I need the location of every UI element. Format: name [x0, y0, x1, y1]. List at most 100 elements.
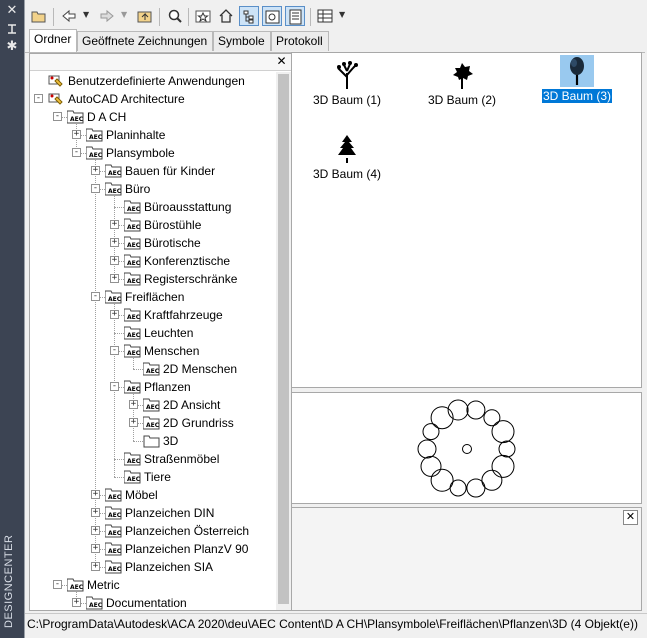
expand-icon[interactable]: + [91, 490, 100, 499]
aec-folder-icon: AEC [123, 271, 141, 286]
folder-icon [143, 433, 160, 448]
close-icon[interactable]: ✕ [5, 4, 19, 18]
content-item[interactable]: 3D Baum (2) [417, 57, 507, 119]
expand-icon[interactable]: + [72, 130, 81, 139]
views-dropdown-icon[interactable]: ▼ [339, 10, 345, 19]
back-dropdown-icon[interactable]: ▼ [83, 10, 89, 19]
tree-node[interactable]: + AEC Konferenztische [30, 252, 275, 270]
collapse-icon[interactable]: - [72, 148, 81, 157]
expand-icon[interactable]: + [91, 562, 100, 571]
tree-node-label: Registerschränke [144, 272, 238, 286]
tree-node[interactable]: AEC Tiere [30, 468, 275, 486]
tree-toggle-button[interactable] [239, 6, 259, 26]
tree-node[interactable]: Benutzerdefinierte Anwendungen [30, 72, 275, 90]
tree-node[interactable]: + AEC Kraftfahrzeuge [30, 306, 275, 324]
tree-guide-line [114, 477, 124, 478]
aec-folder-icon: AEC [123, 325, 141, 340]
tree-node[interactable]: + AEC Bürotische [30, 234, 275, 252]
tree-node[interactable]: - AEC D A CH [30, 108, 275, 126]
tree-node[interactable]: AEC Büroausstattung [30, 198, 275, 216]
forward-dropdown-icon[interactable]: ▼ [121, 10, 127, 19]
close-icon[interactable]: ✕ [623, 510, 638, 525]
tree-node[interactable]: - AEC Metric [30, 576, 275, 594]
collapse-icon[interactable]: - [91, 184, 100, 193]
tree-node[interactable]: - AEC Plansymbole [30, 144, 275, 162]
up-button[interactable] [135, 6, 155, 26]
content-item-text: 3D Baum (1) [312, 93, 382, 107]
tab-ordner[interactable]: Ordner [29, 29, 77, 52]
collapse-icon[interactable]: - [34, 94, 43, 103]
tree-node[interactable]: AEC Leuchten [30, 324, 275, 342]
favorites-button[interactable] [193, 6, 213, 26]
back-button[interactable] [59, 6, 79, 26]
expand-icon[interactable]: + [129, 400, 138, 409]
tree-node[interactable]: - AEC Büro [30, 180, 275, 198]
expand-icon[interactable]: + [91, 166, 100, 175]
expand-icon[interactable]: + [110, 274, 119, 283]
custom-app-icon [48, 73, 65, 88]
tree-node[interactable]: - AEC Menschen [30, 342, 275, 360]
auto-hide-icon[interactable] [5, 22, 19, 36]
tree-node[interactable]: AEC 2D Menschen [30, 360, 275, 378]
expand-icon[interactable]: + [91, 526, 100, 535]
svg-text:AEC: AEC [146, 422, 160, 429]
views-button[interactable] [315, 6, 335, 26]
scrollbar-thumb[interactable] [278, 74, 289, 604]
aec-folder-icon: AEC [104, 523, 122, 538]
collapse-icon[interactable]: - [53, 580, 62, 589]
collapse-icon[interactable]: - [91, 292, 100, 301]
aec-folder-icon: AEC [123, 451, 141, 466]
properties-icon[interactable]: ✱ [5, 40, 19, 54]
open-button[interactable] [29, 6, 49, 26]
tree-node[interactable]: + AEC 2D Ansicht [30, 396, 275, 414]
tree-node[interactable]: + AEC Planzeichen DIN [30, 504, 275, 522]
content-item[interactable]: 3D Baum (3) [532, 53, 622, 115]
tree-node[interactable]: + AEC Planzeichen SIA [30, 558, 275, 576]
tree-node[interactable]: + AEC Registerschränke [30, 270, 275, 288]
expand-icon[interactable]: + [91, 508, 100, 517]
description-button[interactable] [285, 6, 305, 26]
tree-node[interactable]: 3D [30, 432, 275, 450]
collapse-icon[interactable]: - [110, 382, 119, 391]
tree-node[interactable]: + AEC Planzeichen Österreich [30, 522, 275, 540]
expand-icon[interactable]: + [91, 544, 100, 553]
forward-button[interactable] [97, 6, 117, 26]
tree-node[interactable]: + AEC Documentation [30, 594, 275, 610]
tree-node[interactable]: AEC Straßenmöbel [30, 450, 275, 468]
search-button[interactable] [165, 6, 185, 26]
tab-open-drawings[interactable]: Geöffnete Zeichnungen [77, 31, 213, 51]
close-icon[interactable]: ✕ [275, 55, 288, 68]
expand-icon[interactable]: + [72, 598, 81, 607]
description-pane: ✕ [291, 507, 642, 611]
tree-node[interactable]: + AEC Planzeichen PlanzV 90 [30, 540, 275, 558]
expand-icon[interactable]: + [110, 220, 119, 229]
home-button[interactable] [216, 6, 236, 26]
expand-icon[interactable]: + [129, 418, 138, 427]
tree-node[interactable]: + AEC Möbel [30, 486, 275, 504]
tree-node[interactable]: - AEC Pflanzen [30, 378, 275, 396]
tree-node[interactable]: + AEC Bürostühle [30, 216, 275, 234]
tree-node[interactable]: + AEC 2D Grundriss [30, 414, 275, 432]
preview-button[interactable] [262, 6, 282, 26]
tab-symbole[interactable]: Symbole [213, 31, 271, 51]
tree-scrollbar[interactable] [276, 72, 291, 610]
tree-node[interactable]: + AEC Bauen für Kinder [30, 162, 275, 180]
tree-node[interactable]: - AEC Freiflächen [30, 288, 275, 306]
tree-node-label: Kraftfahrzeuge [144, 308, 223, 322]
expand-icon[interactable]: + [110, 238, 119, 247]
collapse-icon[interactable]: - [110, 346, 119, 355]
content-item[interactable]: 3D Baum (4) [302, 131, 392, 193]
tree-node-label: Leuchten [144, 326, 194, 340]
tree-header: ✕ [30, 54, 291, 71]
folder-tree-pane: ✕ Benutzerdefinierte Anwendungen - AutoCAD… [29, 53, 292, 611]
tab-protokoll[interactable]: Protokoll [271, 31, 329, 51]
tree-node[interactable]: - AutoCAD Architecture [30, 90, 275, 108]
collapse-icon[interactable]: - [53, 112, 62, 121]
aec-folder-icon: AEC [123, 343, 141, 358]
svg-text:AEC: AEC [108, 548, 122, 555]
tree-2-icon [445, 59, 479, 91]
tree-node[interactable]: + AEC Planinhalte [30, 126, 275, 144]
expand-icon[interactable]: + [110, 310, 119, 319]
content-item[interactable]: 3D Baum (1) [302, 57, 392, 119]
expand-icon[interactable]: + [110, 256, 119, 265]
